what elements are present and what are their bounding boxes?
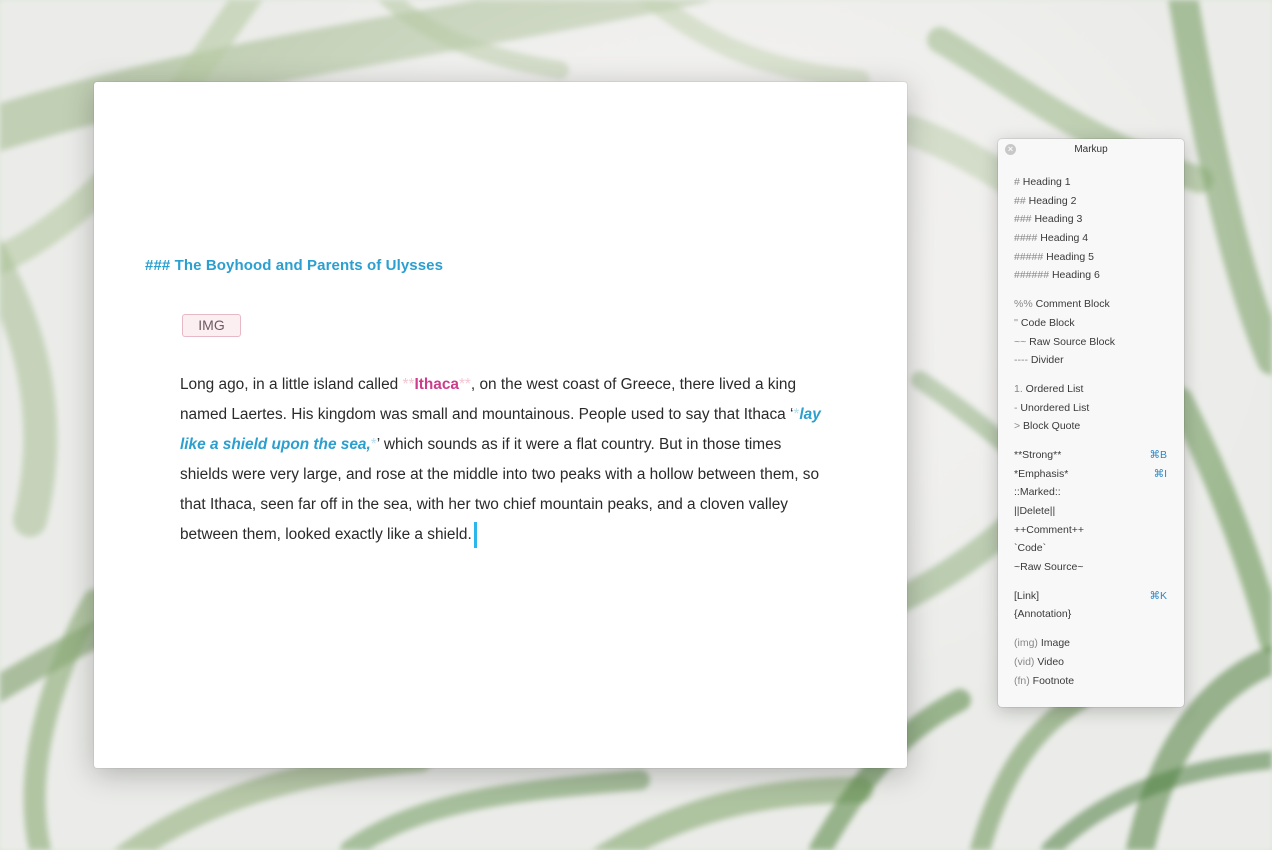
markup-item-raw-source[interactable]: ~Raw Source~ — [998, 558, 1184, 577]
markup-syntax: (img) — [1014, 637, 1038, 650]
group-divider — [998, 370, 1184, 380]
markup-item-heading-4[interactable]: #### Heading 4 — [998, 229, 1184, 248]
markup-item-code[interactable]: `Code` — [998, 539, 1184, 558]
markup-syntax: (vid) — [1014, 655, 1035, 668]
markup-label: ||Delete|| — [1014, 505, 1056, 517]
markup-item-heading-5[interactable]: ##### Heading 5 — [998, 248, 1184, 267]
markup-syntax: #### — [1014, 232, 1038, 245]
markup-label: Heading 6 — [1049, 269, 1100, 282]
group-divider — [998, 624, 1184, 634]
markup-item-comment[interactable]: ++Comment++ — [998, 521, 1184, 540]
markup-label: [Link] — [1014, 589, 1040, 602]
markup-item-comment-block[interactable]: %% Comment Block — [998, 295, 1184, 314]
markup-item-code-block[interactable]: '' Code Block — [998, 314, 1184, 333]
keyboard-shortcut: ⌘B — [1149, 448, 1167, 461]
markup-syntax: %% — [1014, 298, 1033, 311]
palette-titlebar[interactable]: Markup — [998, 139, 1184, 161]
markup-label: Raw Source Block — [1026, 335, 1115, 348]
markup-palette: Markup × # Heading 1 ## Heading 2 ### He… — [998, 139, 1184, 707]
group-divider — [998, 577, 1184, 587]
markup-item-ordered-list[interactable]: 1. Ordered List — [998, 380, 1184, 399]
markup-label: Heading 4 — [1037, 232, 1089, 245]
markup-item-annotation[interactable]: {Annotation} — [998, 605, 1184, 624]
markup-label: ::Marked:: — [1014, 486, 1061, 499]
markup-list: # Heading 1 ## Heading 2 ### Heading 3 #… — [998, 173, 1184, 690]
markup-item-delete[interactable]: ||Delete|| — [998, 502, 1184, 521]
markup-label: Heading 2 — [1025, 194, 1077, 207]
markup-label: {Annotation} — [1014, 608, 1072, 621]
markup-label: Comment Block — [1032, 298, 1110, 311]
markup-item-divider[interactable]: ---- Divider — [998, 351, 1184, 370]
markup-item-emphasis[interactable]: *Emphasis* ⌘I — [998, 465, 1184, 484]
markup-syntax: ~~ — [1014, 335, 1027, 348]
markup-item-link[interactable]: [Link] ⌘K — [998, 587, 1184, 606]
markup-label: `Code` — [1014, 542, 1047, 555]
strong-markup-close: ** — [458, 376, 471, 393]
markup-syntax: (fn) — [1014, 674, 1030, 687]
paragraph-text: Long ago, in a little island called — [180, 376, 403, 393]
markup-label: Video — [1034, 655, 1065, 668]
group-divider — [998, 436, 1184, 446]
markup-label: Block Quote — [1020, 420, 1081, 433]
markup-syntax: 1. — [1014, 382, 1023, 395]
markup-item-video[interactable]: (vid) Video — [998, 653, 1184, 672]
markup-syntax: ##### — [1014, 250, 1044, 263]
markup-item-image[interactable]: (img) Image — [998, 634, 1184, 653]
markup-item-unordered-list[interactable]: - Unordered List — [998, 399, 1184, 418]
markup-label: Heading 1 — [1019, 176, 1071, 188]
markup-label: Footnote — [1029, 674, 1075, 687]
strong-text: Ithaca — [414, 376, 459, 393]
markup-label: Ordered List — [1022, 382, 1084, 395]
markup-label: Divider — [1028, 354, 1064, 367]
group-divider — [998, 285, 1184, 295]
markup-item-marked[interactable]: ::Marked:: — [998, 483, 1184, 502]
section-heading[interactable]: ### The Boyhood and Parents of Ulysses — [145, 257, 443, 274]
markup-syntax: ---- — [1014, 354, 1028, 367]
markup-syntax: ###### — [1014, 269, 1050, 282]
markup-item-block-quote[interactable]: > Block Quote — [998, 417, 1184, 436]
strong-markup-open: ** — [402, 376, 415, 393]
markup-item-footnote[interactable]: (fn) Footnote — [998, 672, 1184, 691]
markup-label: Unordered List — [1017, 401, 1090, 414]
markup-syntax: ## — [1014, 194, 1026, 207]
editor-window[interactable]: ### The Boyhood and Parents of Ulysses I… — [94, 82, 907, 768]
markup-item-heading-2[interactable]: ## Heading 2 — [998, 192, 1184, 211]
keyboard-shortcut: ⌘I — [1153, 467, 1167, 480]
close-icon[interactable]: × — [1005, 144, 1016, 155]
palette-title: Markup — [1074, 144, 1108, 155]
markup-label: *Emphasis* — [1014, 467, 1069, 480]
markup-label: **Strong** — [1014, 448, 1062, 461]
markup-label: Heading 5 — [1043, 250, 1094, 263]
markup-label: ~Raw Source~ — [1014, 561, 1084, 574]
markup-label: Code Block — [1018, 316, 1075, 329]
markup-item-raw-source-block[interactable]: ~~ Raw Source Block — [998, 333, 1184, 352]
markup-item-strong[interactable]: **Strong** ⌘B — [998, 446, 1184, 465]
markup-item-heading-1[interactable]: # Heading 1 — [998, 173, 1184, 192]
text-caret — [473, 521, 477, 548]
markup-label: Heading 3 — [1031, 213, 1083, 226]
image-placeholder-tag[interactable]: IMG — [182, 314, 241, 337]
markup-label: ++Comment++ — [1014, 523, 1085, 536]
keyboard-shortcut: ⌘K — [1149, 589, 1167, 602]
markup-item-heading-3[interactable]: ### Heading 3 — [998, 210, 1184, 229]
markup-syntax: ### — [1014, 213, 1032, 226]
markup-item-heading-6[interactable]: ###### Heading 6 — [998, 266, 1184, 285]
body-paragraph[interactable]: Long ago, in a little island called **It… — [180, 370, 830, 550]
markup-label: Image — [1037, 637, 1071, 650]
